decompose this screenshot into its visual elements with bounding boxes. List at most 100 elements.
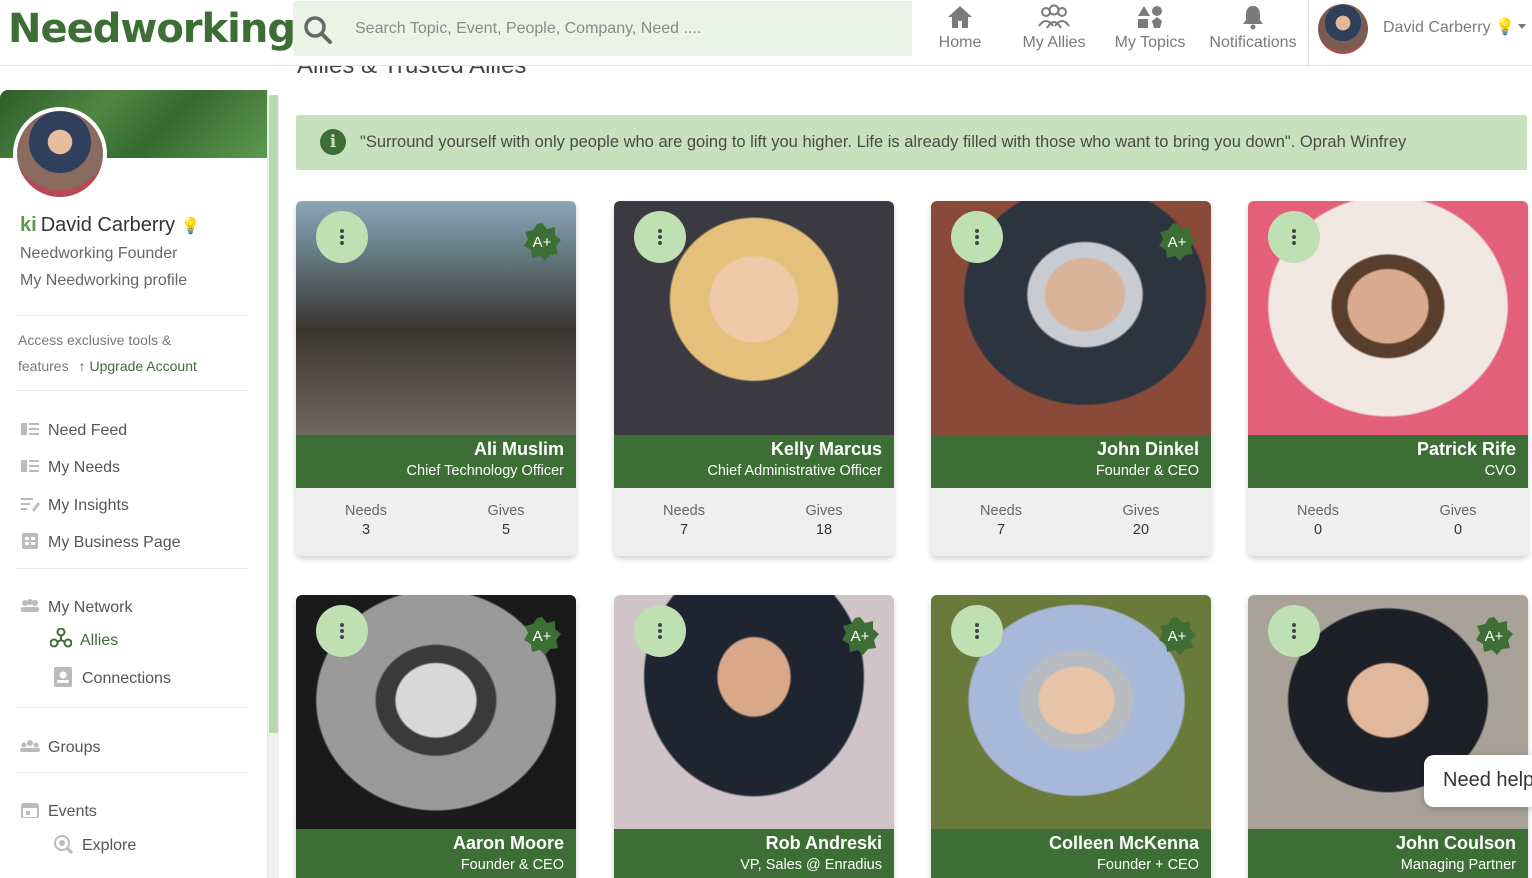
feed-icon (21, 423, 39, 435)
ally-card[interactable]: A+ Aaron Moore Founder & CEO (296, 595, 576, 878)
gives-count: 0 (1453, 522, 1463, 538)
ally-name[interactable]: Ali Muslim (296, 439, 564, 460)
home-icon (948, 6, 972, 28)
sidebar-item-need-feed[interactable]: Need Feed (20, 420, 127, 442)
ally-name[interactable]: Rob Andreski (614, 833, 882, 854)
ally-info[interactable]: Kelly Marcus Chief Administrative Officer (614, 435, 894, 488)
business-page-icon (22, 533, 38, 549)
app-logo[interactable]: Needworking (8, 6, 296, 52)
more-options-button[interactable] (316, 605, 368, 657)
sidebar-item-groups[interactable]: Groups (20, 737, 100, 759)
ally-name[interactable]: John Coulson (1248, 833, 1516, 854)
ally-card[interactable]: Kelly Marcus Chief Administrative Officer… (614, 201, 894, 556)
user-menu[interactable]: David Carberry 💡 (1383, 17, 1515, 37)
needs-label: Needs (663, 503, 705, 519)
ally-card[interactable]: A+ John Coulson Managing Partner (1248, 595, 1528, 878)
ally-card[interactable]: A+ John Dinkel Founder & CEO Needs 7 Gives 20 (931, 201, 1211, 556)
topics-icon (1138, 6, 1162, 28)
ally-name[interactable]: Patrick Rife (1248, 439, 1516, 460)
profile-link[interactable]: My Needworking profile (20, 272, 187, 290)
search-input[interactable] (355, 15, 895, 43)
sidebar-item-my-network[interactable]: My Network (20, 597, 132, 619)
gives-stat[interactable]: Gives 0 (1408, 503, 1508, 538)
upgrade-arrow-icon: ↑ (78, 358, 86, 374)
trusted-badge-icon: A+ (842, 617, 879, 655)
needs-stat[interactable]: Needs 3 (316, 503, 416, 538)
badge-label: A+ (851, 628, 870, 645)
more-options-button[interactable] (634, 211, 686, 263)
profile-avatar[interactable] (13, 107, 107, 201)
profile-name[interactable]: ki David Carberry 💡 (20, 214, 201, 237)
ally-info[interactable]: Patrick Rife CVO (1248, 435, 1528, 488)
ally-title: Founder & CEO (1095, 463, 1199, 479)
divider (16, 390, 248, 391)
needs-stat[interactable]: Needs 0 (1268, 503, 1368, 538)
ally-name[interactable]: Aaron Moore (296, 833, 564, 854)
ally-info[interactable]: Colleen McKenna Founder + CEO (931, 829, 1211, 878)
connections-icon (54, 667, 72, 687)
badge-label: A+ (1168, 628, 1187, 645)
ally-name[interactable]: Kelly Marcus (614, 439, 882, 460)
sidebar-item-label: Events (48, 803, 97, 820)
needs-icon (21, 460, 39, 472)
nav-my-topics[interactable]: My Topics (1110, 4, 1190, 62)
sidebar-item-label: My Needs (48, 459, 121, 476)
nav-my-topics-label: My Topics (1114, 34, 1186, 51)
ally-card[interactable]: A+ Ali Muslim Chief Technology Officer Need… (296, 201, 576, 556)
trusted-badge-icon: A+ (1159, 617, 1196, 655)
groups-icon (20, 740, 40, 752)
ally-title: Chief Technology Officer (406, 463, 564, 479)
ally-info[interactable]: John Coulson Managing Partner (1248, 829, 1528, 878)
sidebar-item-events[interactable]: Events (20, 801, 97, 823)
ally-info[interactable]: John Dinkel Founder & CEO (931, 435, 1211, 488)
more-options-button[interactable] (634, 605, 686, 657)
badge-label: A+ (533, 234, 552, 251)
more-options-button[interactable] (1268, 605, 1320, 657)
allies-icon (1038, 4, 1070, 29)
ally-name[interactable]: Colleen McKenna (931, 833, 1199, 854)
ally-info[interactable]: Rob Andreski VP, Sales @ Enradius (614, 829, 894, 878)
sidebar-item-label: My Business Page (48, 534, 181, 551)
gives-stat[interactable]: Gives 5 (456, 503, 556, 538)
top-bar: Needworking Home My Allies My Topics Not… (0, 0, 1532, 66)
sidebar-item-my-business-page[interactable]: My Business Page (20, 532, 181, 554)
more-options-button[interactable] (951, 605, 1003, 657)
sidebar-item-explore[interactable]: Explore (52, 833, 136, 855)
lightbulb-icon: 💡 (1495, 19, 1515, 36)
ally-info[interactable]: Aaron Moore Founder & CEO (296, 829, 576, 878)
divider (16, 568, 248, 569)
ally-info[interactable]: Ali Muslim Chief Technology Officer (296, 435, 576, 488)
needs-stat[interactable]: Needs 7 (634, 503, 734, 538)
sidebar-scrollbar[interactable] (268, 95, 279, 878)
chevron-down-icon[interactable] (1518, 24, 1526, 29)
needs-stat[interactable]: Needs 7 (951, 503, 1051, 538)
user-avatar[interactable] (1318, 4, 1368, 54)
promo-text-2: features ↑ Upgrade Account (18, 358, 197, 374)
help-widget[interactable]: Need help? (1424, 755, 1532, 807)
calendar-icon (21, 803, 39, 818)
sidebar-item-connections[interactable]: Connections (52, 666, 171, 688)
gives-stat[interactable]: Gives 18 (774, 503, 874, 538)
ally-card[interactable]: A+ Rob Andreski VP, Sales @ Enradius (614, 595, 894, 878)
nav-my-allies[interactable]: My Allies (1017, 4, 1091, 62)
sidebar-item-label: Groups (48, 739, 101, 756)
ally-name[interactable]: John Dinkel (931, 439, 1199, 460)
nav-notifications[interactable]: Notifications (1205, 4, 1301, 62)
upgrade-account-link[interactable]: Upgrade Account (89, 358, 196, 374)
ally-card[interactable]: A+ Colleen McKenna Founder + CEO (931, 595, 1211, 878)
gives-stat[interactable]: Gives 20 (1091, 503, 1191, 538)
nav-home[interactable]: Home (930, 4, 990, 62)
more-options-button[interactable] (951, 211, 1003, 263)
more-options-button[interactable] (1268, 211, 1320, 263)
sidebar-item-my-insights[interactable]: My Insights (20, 495, 129, 517)
more-options-button[interactable] (316, 211, 368, 263)
scrollbar-thumb[interactable] (269, 95, 278, 733)
profile-name-text: David Carberry (40, 214, 176, 236)
ally-card[interactable]: Patrick Rife CVO Needs 0 Gives 0 (1248, 201, 1528, 556)
sidebar-item-label: Allies (80, 632, 119, 649)
sidebar-item-my-needs[interactable]: My Needs (20, 457, 120, 479)
bell-icon (1243, 6, 1263, 30)
sidebar-item-allies[interactable]: Allies (50, 628, 118, 650)
network-icon (21, 599, 39, 612)
search-icon[interactable] (303, 15, 333, 45)
